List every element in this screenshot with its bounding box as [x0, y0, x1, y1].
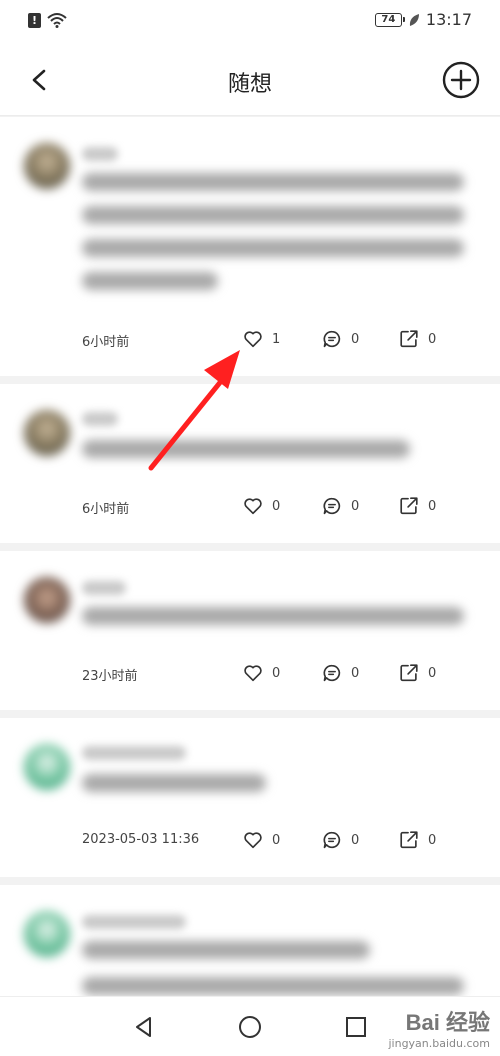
nav-recents-icon[interactable] — [344, 1015, 368, 1039]
like-button[interactable]: 0 — [242, 829, 280, 851]
share-icon — [400, 497, 418, 515]
avatar[interactable] — [24, 143, 70, 189]
comment-icon — [323, 330, 341, 348]
share-icon — [400, 831, 418, 849]
wifi-icon — [47, 13, 67, 28]
post-time: 6小时前 — [82, 335, 130, 350]
post-card[interactable]: 6小时前 0 0 0 — [0, 384, 500, 543]
post-card[interactable]: 23小时前 0 0 0 — [0, 551, 500, 710]
blurred-username — [82, 581, 126, 595]
comment-count: 0 — [351, 331, 360, 347]
blurred-text-line — [82, 607, 464, 625]
post-card[interactable] — [0, 885, 500, 996]
like-count: 0 — [272, 665, 281, 681]
like-button[interactable]: 1 — [242, 328, 280, 350]
page-title: 随想 — [227, 72, 272, 97]
blurred-text-line — [82, 440, 410, 458]
post-feed: 6小时前 1 0 0 6小时前 0 0 0 23小时前 0 0 0 2023-0… — [0, 117, 500, 996]
post-time: 23小时前 — [82, 669, 138, 684]
blurred-text-line — [82, 977, 464, 995]
status-bar: ! 74 13:17 — [0, 0, 500, 44]
nav-back-icon[interactable] — [132, 1015, 156, 1039]
like-button[interactable]: 0 — [242, 662, 280, 684]
share-icon — [400, 664, 418, 682]
comment-icon — [323, 664, 341, 682]
share-count: 0 — [428, 832, 437, 848]
post-time: 2023-05-03 11:36 — [82, 832, 200, 847]
blurred-text-line — [82, 239, 464, 257]
blurred-text-line — [82, 206, 464, 224]
share-button[interactable]: 0 — [398, 328, 436, 350]
nav-home-icon[interactable] — [238, 1015, 262, 1039]
status-right: 74 13:17 — [374, 10, 472, 29]
clock: 13:17 — [425, 10, 472, 29]
like-count: 1 — [272, 331, 281, 347]
heart-icon — [244, 331, 262, 348]
blurred-text-line — [82, 941, 370, 959]
post-time: 6小时前 — [82, 502, 130, 517]
post-card[interactable]: 2023-05-03 11:36 0 0 0 — [0, 718, 500, 877]
share-icon — [400, 330, 418, 348]
leaf-icon — [409, 13, 419, 26]
blurred-username — [82, 915, 186, 929]
heart-icon — [244, 832, 262, 849]
watermark-brand: Bai 经验 — [405, 1010, 490, 1035]
blurred-username — [82, 147, 118, 161]
comment-button[interactable]: 0 — [321, 829, 359, 851]
like-button[interactable]: 0 — [242, 495, 280, 517]
watermark-url: jingyan.baidu.com — [388, 1037, 490, 1050]
share-count: 0 — [428, 665, 437, 681]
title-bar: 随想 — [0, 44, 500, 116]
sim-alert-icon: ! — [28, 12, 41, 28]
status-left: ! — [28, 12, 67, 28]
comment-icon — [323, 497, 341, 515]
avatar[interactable] — [24, 911, 70, 957]
like-count: 0 — [272, 832, 281, 848]
comment-button[interactable]: 0 — [321, 328, 359, 350]
blurred-text-line — [82, 173, 464, 191]
heart-icon — [244, 665, 262, 682]
comment-count: 0 — [351, 665, 360, 681]
battery-indicator: 74 — [374, 12, 405, 27]
add-circle-icon[interactable] — [442, 61, 480, 99]
share-count: 0 — [428, 331, 437, 347]
avatar[interactable] — [24, 410, 70, 456]
blurred-text-line — [82, 774, 266, 792]
avatar[interactable] — [24, 577, 70, 623]
comment-count: 0 — [351, 832, 360, 848]
system-nav-bar: Bai 经验 jingyan.baidu.com — [0, 996, 500, 1056]
baidu-jingyan-watermark: Bai 经验 jingyan.baidu.com — [388, 1005, 490, 1050]
post-card[interactable]: 6小时前 1 0 0 — [0, 117, 500, 376]
blurred-username — [82, 746, 186, 760]
heart-icon — [244, 498, 262, 515]
avatar[interactable] — [24, 744, 70, 790]
comment-count: 0 — [351, 498, 360, 514]
blurred-text-line — [82, 272, 218, 290]
share-button[interactable]: 0 — [398, 662, 436, 684]
share-button[interactable]: 0 — [398, 495, 436, 517]
share-button[interactable]: 0 — [398, 829, 436, 851]
share-count: 0 — [428, 498, 437, 514]
blurred-username — [82, 412, 118, 426]
like-count: 0 — [272, 498, 281, 514]
comment-icon — [323, 831, 341, 849]
comment-button[interactable]: 0 — [321, 662, 359, 684]
comment-button[interactable]: 0 — [321, 495, 359, 517]
